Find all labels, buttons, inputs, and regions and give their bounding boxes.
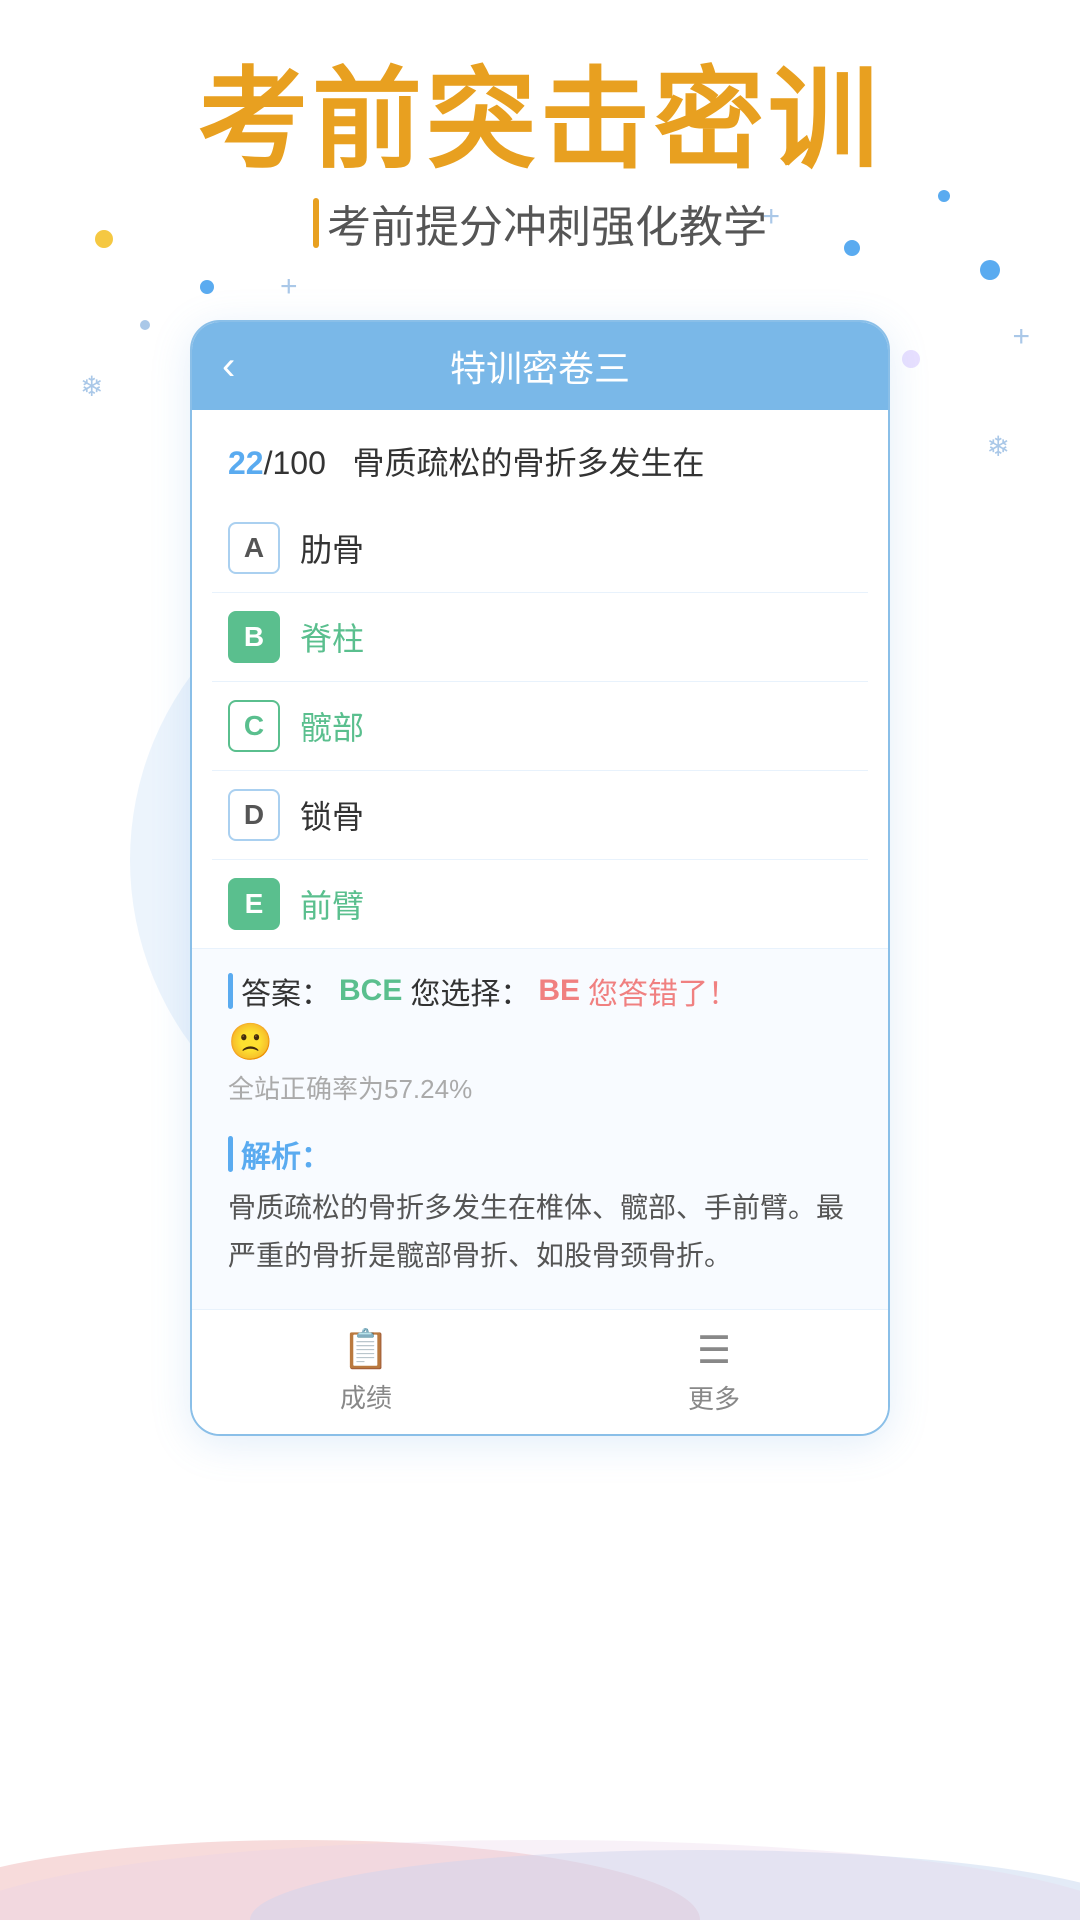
your-choice: BE [538, 974, 580, 1008]
dot-blue-right [980, 260, 1000, 280]
question-area: 22/100 骨质疏松的骨折多发生在 [192, 410, 888, 504]
options-list: A 肋骨 B 脊柱 C 髋部 D 锁骨 E 前臂 [192, 504, 888, 948]
quiz-title: 特训密卷三 [450, 340, 630, 392]
analysis-header: 解析： 骨质疏松的骨折多发生在椎体、髋部、手前臂。最严重的骨折是髋部骨折、如股骨… [228, 1132, 852, 1279]
score-label: 成绩 [340, 1378, 392, 1415]
analysis-text: 骨质疏松的骨折多发生在椎体、髋部、手前臂。最严重的骨折是髋部骨折、如股骨颈骨折。 [228, 1184, 852, 1279]
answer-correct: BCE [339, 974, 402, 1008]
option-a-text: 肋骨 [300, 525, 364, 571]
analysis-bar [228, 1136, 233, 1172]
header: 考前突击密训 考前提分冲刺强化教学 [0, 0, 1080, 255]
answer-label: 答案： [241, 969, 331, 1013]
option-e-label: E [228, 878, 280, 930]
phone-wrapper: ‹ 特训密卷三 22/100 骨质疏松的骨折多发生在 A 肋骨 B 脊柱 [190, 320, 890, 1436]
result-bar [228, 973, 233, 1009]
quiz-header: ‹ 特训密卷三 [192, 322, 888, 410]
question-meta: 22/100 骨质疏松的骨折多发生在 [228, 438, 852, 484]
dot-purple [902, 350, 920, 368]
option-c[interactable]: C 髋部 [212, 682, 868, 771]
phone-card: ‹ 特训密卷三 22/100 骨质疏松的骨折多发生在 A 肋骨 B 脊柱 [190, 320, 890, 1436]
cross-1: + [280, 270, 298, 304]
sad-emoji: 🙁 [228, 1021, 852, 1063]
more-icon: ☰ [697, 1328, 731, 1373]
error-msg: 您答错了！ [588, 969, 738, 1013]
score-icon: 📋 [342, 1328, 389, 1372]
option-b-text: 脊柱 [300, 614, 364, 660]
subtitle: 考前提分冲刺强化教学 [0, 191, 1080, 255]
back-button[interactable]: ‹ [222, 346, 235, 386]
analysis-label: 解析： [241, 1132, 331, 1176]
subtitle-text: 考前提分冲刺强化教学 [327, 191, 767, 255]
option-b-label: B [228, 611, 280, 663]
analysis-area: 解析： 骨质疏松的骨折多发生在椎体、髋部、手前臂。最严重的骨折是髋部骨折、如股骨… [192, 1116, 888, 1309]
option-d-label: D [228, 789, 280, 841]
cross-3: + [1012, 320, 1030, 354]
accuracy-text: 全站正确率为57.24% [228, 1069, 852, 1106]
answer-result: 答案： BCE 您选择： BE 您答错了！ 🙁 全站正确率为57.24% [192, 948, 888, 1116]
option-b[interactable]: B 脊柱 [212, 593, 868, 682]
main-title: 考前突击密训 [0, 60, 1080, 181]
bottom-wave [0, 1800, 1080, 1920]
dot-blue-1 [200, 280, 214, 294]
option-e[interactable]: E 前臂 [212, 860, 868, 948]
option-c-label: C [228, 700, 280, 752]
toolbar-more-btn[interactable]: ☰ 更多 [540, 1310, 888, 1434]
option-e-text: 前臂 [300, 881, 364, 927]
result-line: 答案： BCE 您选择： BE 您答错了！ [228, 969, 852, 1013]
dot-light-blue [140, 320, 150, 330]
question-number: 22 [228, 445, 264, 481]
snowflake-2: ❄ [987, 430, 1010, 463]
question-total: 100 [272, 445, 325, 481]
subtitle-bar [313, 198, 319, 248]
option-a[interactable]: A 肋骨 [212, 504, 868, 593]
bottom-toolbar: 📋 成绩 ☰ 更多 [192, 1309, 888, 1434]
question-text: 骨质疏松的骨折多发生在 [353, 445, 705, 481]
snowflake-1: ❄ [80, 370, 103, 403]
option-d-text: 锁骨 [300, 792, 364, 838]
option-c-text: 髋部 [300, 703, 364, 749]
your-choice-label: 您选择： [410, 969, 530, 1013]
more-label: 更多 [688, 1379, 740, 1416]
toolbar-score-btn[interactable]: 📋 成绩 [192, 1310, 540, 1434]
option-a-label: A [228, 522, 280, 574]
option-d[interactable]: D 锁骨 [212, 771, 868, 860]
